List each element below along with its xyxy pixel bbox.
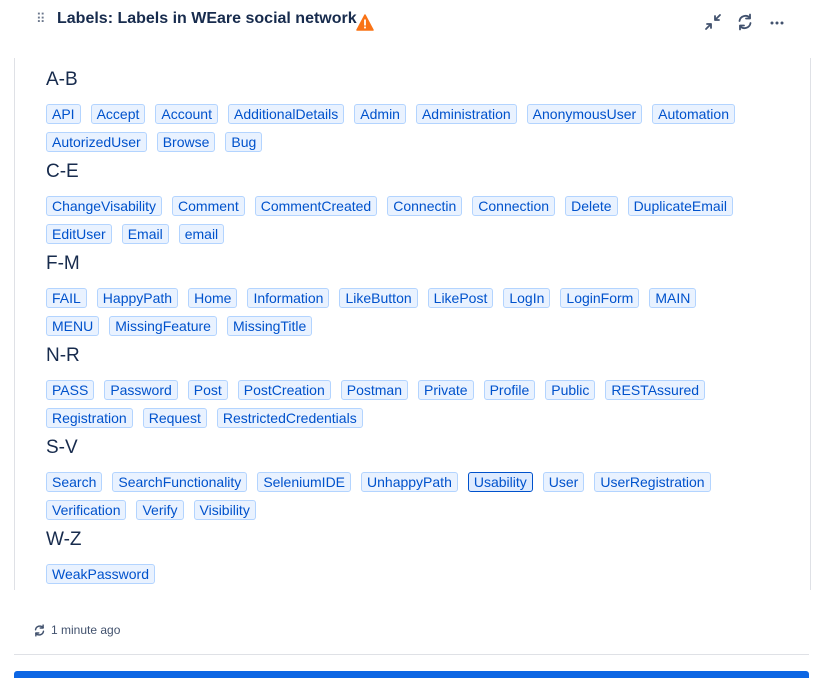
label-tag[interactable]: CommentCreated <box>254 196 378 216</box>
label-tag[interactable]: HappyPath <box>96 288 179 308</box>
label-tag[interactable]: Comment <box>172 196 245 216</box>
label-tag[interactable]: RestrictedCredentials <box>216 408 363 428</box>
label-tag[interactable]: FAIL <box>46 288 87 308</box>
label-tag[interactable]: Email <box>121 224 169 244</box>
label-tag[interactable]: RESTAssured <box>605 380 706 400</box>
label-tag[interactable]: User <box>542 472 585 492</box>
group-heading: N-R <box>46 345 80 366</box>
label-tag[interactable]: Search <box>46 472 103 492</box>
label-tag[interactable]: ChangeVisability <box>46 196 163 216</box>
label-tag[interactable]: Accept <box>90 104 146 124</box>
label-tag[interactable]: AnonymousUser <box>526 104 643 124</box>
label-tag[interactable]: Information <box>247 288 330 308</box>
label-tag[interactable]: Password <box>104 380 178 400</box>
accent-bar <box>14 671 809 678</box>
group-heading: W-Z <box>46 529 82 550</box>
label-tag[interactable]: SeleniumIDE <box>257 472 352 492</box>
label-tag[interactable]: LikePost <box>427 288 494 308</box>
label-tag[interactable]: Admin <box>354 104 406 124</box>
label-tag[interactable]: PostCreation <box>237 380 331 400</box>
label-row: PASS Password Post PostCreation Postman … <box>46 380 706 400</box>
label-tag[interactable]: Delete <box>565 196 618 216</box>
label-tag[interactable]: DuplicateEmail <box>627 196 733 216</box>
macro-footer: 1 minute ago <box>14 612 809 655</box>
label-row: Verification Verify Visibility <box>46 500 256 520</box>
label-tag[interactable]: MissingTitle <box>226 316 313 336</box>
label-tag[interactable]: Private <box>417 380 474 400</box>
label-tag[interactable]: Verify <box>136 500 184 520</box>
label-tag[interactable]: Browse <box>156 132 216 152</box>
label-row: Search SearchFunctionality SeleniumIDE U… <box>46 472 711 492</box>
label-row: FAIL HappyPath Home Information LikeButt… <box>46 288 697 308</box>
label-tag[interactable]: Request <box>142 408 207 428</box>
refresh-icon <box>738 13 752 31</box>
label-tag[interactable]: Profile <box>483 380 536 400</box>
label-tag[interactable]: Administration <box>415 104 517 124</box>
label-row: API Accept Account AdditionalDetails Adm… <box>46 104 735 124</box>
macro-title: Labels: Labels in WEare social network <box>57 10 357 27</box>
label-tag[interactable]: SearchFunctionality <box>112 472 248 492</box>
label-tag[interactable]: Account <box>155 104 218 124</box>
label-tag[interactable]: LikeButton <box>339 288 418 308</box>
label-row: AutorizedUser Browse Bug <box>46 132 263 152</box>
last-updated-timestamp: 1 minute ago <box>51 623 121 637</box>
label-tag[interactable]: Postman <box>340 380 408 400</box>
group-heading: S-V <box>46 437 78 458</box>
label-tag-focused[interactable]: Usability <box>467 472 533 492</box>
more-actions-button[interactable] <box>766 11 788 33</box>
label-tag[interactable]: PASS <box>46 380 95 400</box>
label-tag[interactable]: Connection <box>472 196 556 216</box>
label-tag[interactable]: AutorizedUser <box>46 132 147 152</box>
label-tag[interactable]: Home <box>188 288 238 308</box>
group-heading: C-E <box>46 161 79 182</box>
refresh-icon[interactable] <box>33 624 46 637</box>
label-tag[interactable]: MAIN <box>649 288 697 308</box>
drag-handle-icon[interactable]: ⠿ <box>36 12 46 26</box>
label-tag[interactable]: MissingFeature <box>109 316 217 336</box>
label-tag[interactable]: API <box>46 104 81 124</box>
label-tag[interactable]: Post <box>187 380 228 400</box>
label-row: MENU MissingFeature MissingTitle <box>46 316 313 336</box>
more-icon <box>770 21 784 25</box>
label-tag[interactable]: WeakPassword <box>46 564 156 584</box>
label-tag[interactable]: email <box>178 224 225 244</box>
label-tag[interactable]: MENU <box>46 316 100 336</box>
label-tag[interactable]: Verification <box>46 500 127 520</box>
group-heading: A-B <box>46 69 78 90</box>
label-tag[interactable]: Connectin <box>387 196 463 216</box>
label-row: Registration Request RestrictedCredentia… <box>46 408 363 428</box>
label-row: WeakPassword <box>46 564 156 584</box>
collapse-button[interactable] <box>702 11 724 33</box>
labels-panel: A-B API Accept Account AdditionalDetails… <box>14 58 811 590</box>
label-tag[interactable]: UserRegistration <box>594 472 711 492</box>
label-tag[interactable]: Public <box>545 380 596 400</box>
label-tag[interactable]: AdditionalDetails <box>227 104 345 124</box>
label-row: ChangeVisability Comment CommentCreated … <box>46 196 733 216</box>
group-heading: F-M <box>46 253 80 274</box>
label-tag[interactable]: LoginForm <box>560 288 640 308</box>
label-tag[interactable]: EditUser <box>46 224 112 244</box>
label-row: EditUser Email email <box>46 224 225 244</box>
macro-header: ⠿ Labels: Labels in WEare social network <box>0 0 833 44</box>
label-tag[interactable]: Automation <box>652 104 735 124</box>
warning-icon[interactable] <box>356 14 374 31</box>
label-tag[interactable]: Visibility <box>193 500 256 520</box>
label-tag[interactable]: LogIn <box>503 288 551 308</box>
label-tag[interactable]: UnhappyPath <box>361 472 458 492</box>
label-tag[interactable]: Registration <box>46 408 133 428</box>
label-tag[interactable]: Bug <box>225 132 263 152</box>
refresh-button[interactable] <box>734 11 756 33</box>
collapse-icon <box>705 14 721 30</box>
